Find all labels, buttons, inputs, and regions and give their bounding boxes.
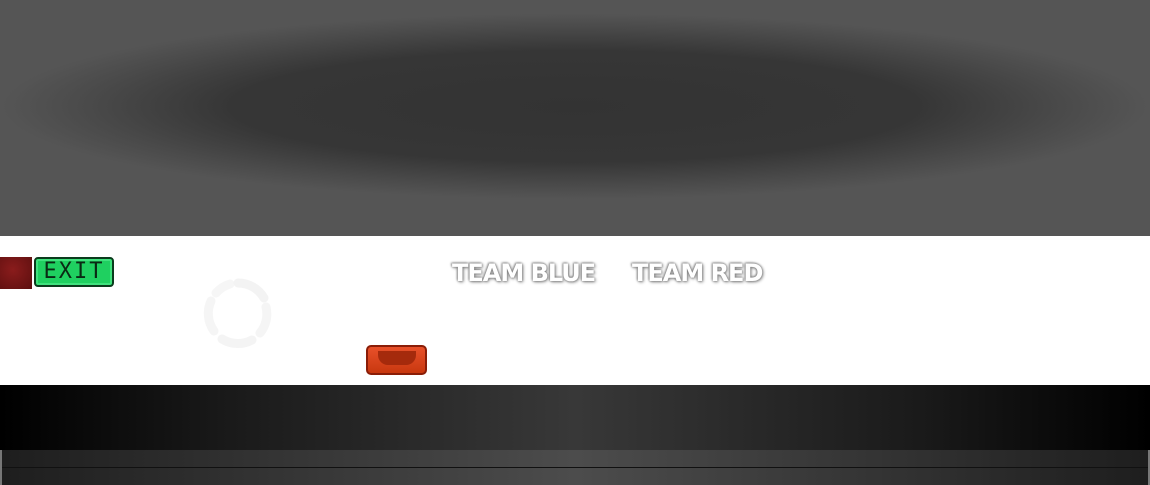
team-blue-label: TEAM BLUE <box>452 259 596 287</box>
loading-spinner-icon <box>203 278 272 349</box>
bottom-dark-band <box>0 385 1150 450</box>
team-red-label: TEAM RED <box>632 259 763 287</box>
maroon-tile-icon <box>0 257 32 289</box>
red-button[interactable] <box>366 345 427 375</box>
exit-button-label: EXIT <box>43 259 105 284</box>
footer-bar <box>0 450 1150 485</box>
footer-divider <box>2 467 1148 468</box>
exit-button[interactable]: EXIT <box>34 257 114 287</box>
top-display-panel <box>0 0 1150 236</box>
red-button-inset <box>378 351 416 365</box>
